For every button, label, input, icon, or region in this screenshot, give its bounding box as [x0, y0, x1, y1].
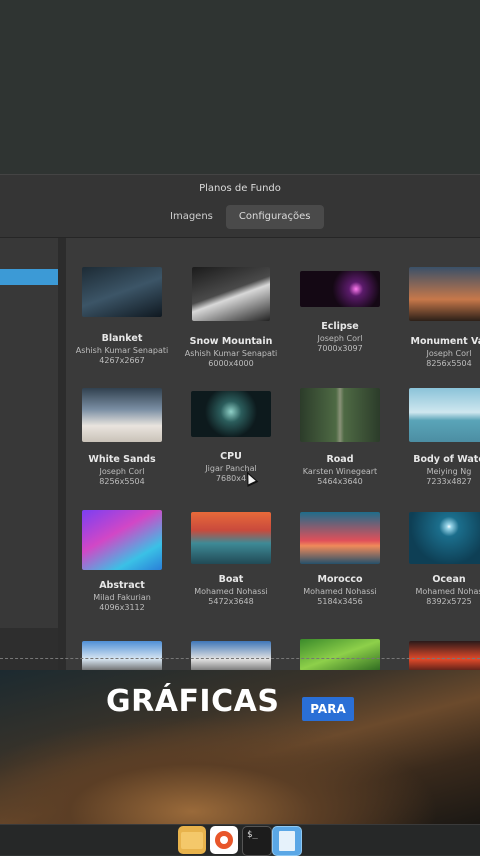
wallpaper-resolution: 5184x3456 — [317, 597, 363, 606]
wallpaper-name: Blanket — [101, 333, 143, 344]
wallpaper-card[interactable]: CPU Jigar Panchal 7680x4 — [181, 391, 281, 483]
wallpaper-resolution: 4267x2667 — [99, 356, 145, 365]
wallpaper-name: Morocco — [317, 574, 363, 585]
wallpaper-card[interactable]: Snow Mountain Ashish Kumar Senapati 6000… — [181, 267, 281, 368]
wallpaper-thumbnail — [409, 512, 480, 564]
wallpaper-author: Joseph Corl — [317, 334, 363, 343]
wallpaper-author: Mohamed Nohas — [415, 587, 480, 596]
tab-imagens[interactable]: Imagens — [157, 205, 226, 229]
sidebar-scrollbar[interactable] — [58, 238, 66, 671]
wallpaper-resolution: 4096x3112 — [99, 603, 145, 612]
wallpaper-thumbnail[interactable] — [191, 641, 271, 671]
wallpaper-resolution: 6000x4000 — [208, 359, 254, 368]
wallpaper-card[interactable]: Abstract Milad Fakurian 4096x3112 — [72, 510, 172, 612]
wallpaper-author: Mohamed Nohassi — [303, 587, 377, 596]
wallpaper-author: Ashish Kumar Senapati — [184, 349, 278, 358]
wallpaper-card[interactable]: Body of Wate Meiying Ng 7233x4827 — [399, 388, 480, 486]
wallpaper-thumbnail — [82, 388, 162, 442]
sidebar-item-selected[interactable] — [0, 269, 58, 285]
wallpaper-thumbnail — [300, 388, 380, 442]
wallpaper-grid: Blanket Ashish Kumar Senapati 4267x2667 … — [66, 238, 480, 671]
wallpaper-thumbnail — [191, 512, 271, 564]
document-viewer-icon[interactable] — [272, 826, 302, 856]
wallpaper-thumbnail — [409, 267, 480, 321]
wallpaper-thumbnail — [192, 267, 270, 321]
wallpaper-name: Road — [326, 454, 354, 465]
overlay-headline: GRÁFICAS — [106, 684, 280, 719]
software-center-icon[interactable] — [210, 826, 238, 854]
wallpaper-thumbnail — [409, 388, 480, 442]
wallpaper-card[interactable]: Eclipse Joseph Corl 7000x3097 — [290, 271, 390, 353]
wallpaper-thumbnail — [300, 271, 380, 307]
wallpaper-resolution: 8392x5725 — [426, 597, 472, 606]
window-title: Planos de Fundo — [199, 183, 281, 194]
divider — [0, 658, 480, 659]
terminal-icon[interactable]: $_ — [242, 826, 272, 856]
wallpaper-author: Karsten Winegeart — [302, 467, 378, 476]
tab-bar: Imagens Configurações — [157, 205, 324, 229]
wallpaper-card[interactable]: Ocean Mohamed Nohas 8392x5725 — [399, 512, 480, 606]
wallpaper-author: Joseph Corl — [426, 349, 472, 358]
wallpaper-name: Eclipse — [321, 321, 359, 332]
wallpaper-thumbnail[interactable] — [82, 641, 162, 671]
wallpaper-name: CPU — [220, 451, 242, 462]
desktop-background — [0, 0, 480, 174]
wallpaper-author: Meiying Ng — [426, 467, 472, 476]
wallpaper-author: Jigar Panchal — [205, 464, 257, 473]
wallpaper-resolution: 8256x5504 — [426, 359, 472, 368]
wallpaper-resolution: 5472x3648 — [208, 597, 254, 606]
wallpaper-thumbnail[interactable] — [300, 639, 380, 671]
wallpaper-name: Snow Mountain — [189, 336, 273, 347]
wallpaper-thumbnail — [300, 512, 380, 564]
wallpaper-name: Body of Wate — [413, 454, 480, 465]
wallpaper-thumbnail[interactable] — [409, 641, 480, 671]
wallpaper-card[interactable]: Morocco Mohamed Nohassi 5184x3456 — [290, 512, 390, 606]
wallpaper-resolution: 7233x4827 — [426, 477, 472, 486]
title-bar: Planos de Fundo Imagens Configurações — [0, 175, 480, 237]
wallpaper-name: Monument Val — [410, 336, 480, 347]
sidebar-footer — [0, 628, 58, 671]
wallpaper-thumbnail — [82, 510, 162, 570]
folder-icon[interactable] — [178, 826, 206, 854]
tab-configuracoes[interactable]: Configurações — [225, 205, 324, 229]
sidebar: t — [0, 238, 66, 671]
wallpaper-card[interactable]: Road Karsten Winegeart 5464x3640 — [290, 388, 390, 486]
wallpaper-author: Ashish Kumar Senapati — [75, 346, 169, 355]
wallpaper-name: Abstract — [99, 580, 145, 591]
wallpaper-author: Milad Fakurian — [93, 593, 151, 602]
wallpaper-name: Ocean — [432, 574, 466, 585]
wallpaper-author: Mohamed Nohassi — [194, 587, 268, 596]
dock: $_ — [0, 824, 480, 856]
wallpaper-resolution: 5464x3640 — [317, 477, 363, 486]
wallpaper-resolution: 7000x3097 — [317, 344, 363, 353]
wallpaper-name: Boat — [218, 574, 244, 585]
wallpaper-card[interactable]: Monument Val Joseph Corl 8256x5504 — [399, 267, 480, 368]
terminal-prompt: $_ — [247, 830, 258, 840]
wallpaper-card[interactable]: Boat Mohamed Nohassi 5472x3648 — [181, 512, 281, 606]
wallpaper-resolution: 7680x4 — [215, 474, 247, 483]
sidebar-item-partial[interactable]: t — [0, 252, 58, 268]
wallpaper-window: Planos de Fundo Imagens Configurações t … — [0, 174, 480, 671]
wallpaper-thumbnail — [82, 267, 162, 317]
wallpaper-thumbnail — [191, 391, 271, 437]
wallpaper-card[interactable]: White Sands Joseph Corl 8256x5504 — [72, 388, 172, 486]
wallpaper-author: Joseph Corl — [99, 467, 145, 476]
overlay-badge: PARA — [302, 697, 354, 721]
wallpaper-resolution: 8256x5504 — [99, 477, 145, 486]
wallpaper-name: White Sands — [88, 454, 156, 465]
wallpaper-card[interactable]: Blanket Ashish Kumar Senapati 4267x2667 — [72, 267, 172, 365]
